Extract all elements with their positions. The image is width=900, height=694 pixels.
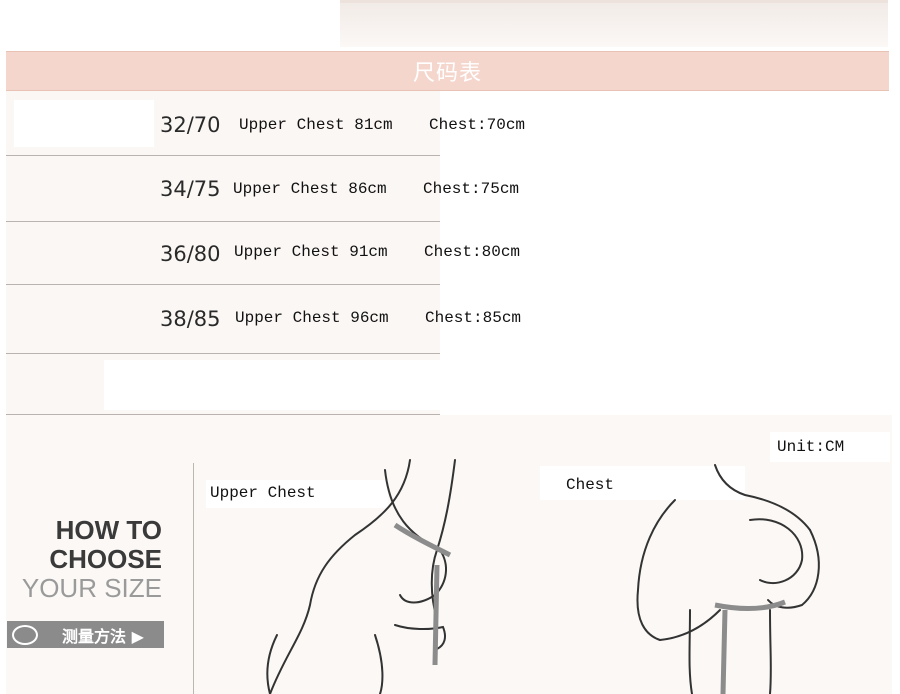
divider-line: [193, 463, 194, 694]
how-line-1: HOW TO: [55, 515, 162, 545]
chest-diagram-label: Chest: [566, 476, 615, 494]
chest-value: Chest:85cm: [425, 309, 522, 327]
tape-measure: [720, 609, 728, 694]
size-label: 34/75: [160, 177, 221, 201]
row-right: [440, 354, 890, 415]
belly-outline: [266, 634, 278, 694]
measure-method-badge: 测量方法 ▶: [7, 621, 164, 648]
shoulder-outline: [714, 464, 811, 531]
upper-chest-illustration: [266, 459, 456, 694]
torso-outline: [769, 609, 772, 694]
how-to-choose-heading: HOW TO CHOOSE: [20, 516, 162, 574]
chest-value: Chest:70cm: [429, 116, 526, 134]
row-mask: [104, 360, 440, 410]
how-line-2: CHOOSE: [49, 544, 162, 574]
upper-chest-value: Upper Chest 91cm: [234, 243, 388, 261]
measure-method-label: 测量方法 ▶: [62, 626, 144, 646]
your-size-heading: YOUR SIZE: [21, 573, 162, 603]
leg-outline: [374, 634, 384, 694]
page-edge: [0, 0, 6, 694]
size-label: 38/85: [160, 307, 221, 331]
torso-outline: [688, 609, 693, 694]
top-strip: [340, 0, 888, 47]
size-label: 32/70: [160, 113, 221, 137]
size-chart-header: 尺码表: [6, 51, 889, 91]
tape-measure: [432, 564, 440, 666]
row-mask: [14, 100, 154, 147]
upper-chest-value: Upper Chest 86cm: [233, 180, 387, 198]
tape-measure: [714, 599, 786, 611]
upper-chest-value: Upper Chest 81cm: [239, 116, 393, 134]
size-label: 36/80: [160, 242, 221, 266]
breast-outline: [749, 518, 804, 585]
upper-chest-value: Upper Chest 96cm: [235, 309, 389, 327]
arm-outline: [767, 529, 820, 609]
tape-icon: [12, 624, 38, 645]
chest-value: Chest:75cm: [423, 180, 520, 198]
chest-value: Chest:80cm: [424, 243, 521, 261]
unit-label: Unit:CM: [777, 438, 845, 456]
chest-illustration: [636, 464, 820, 694]
arm-outline: [636, 499, 676, 641]
size-chart-title: 尺码表: [412, 61, 482, 86]
body-outline: [269, 459, 411, 694]
